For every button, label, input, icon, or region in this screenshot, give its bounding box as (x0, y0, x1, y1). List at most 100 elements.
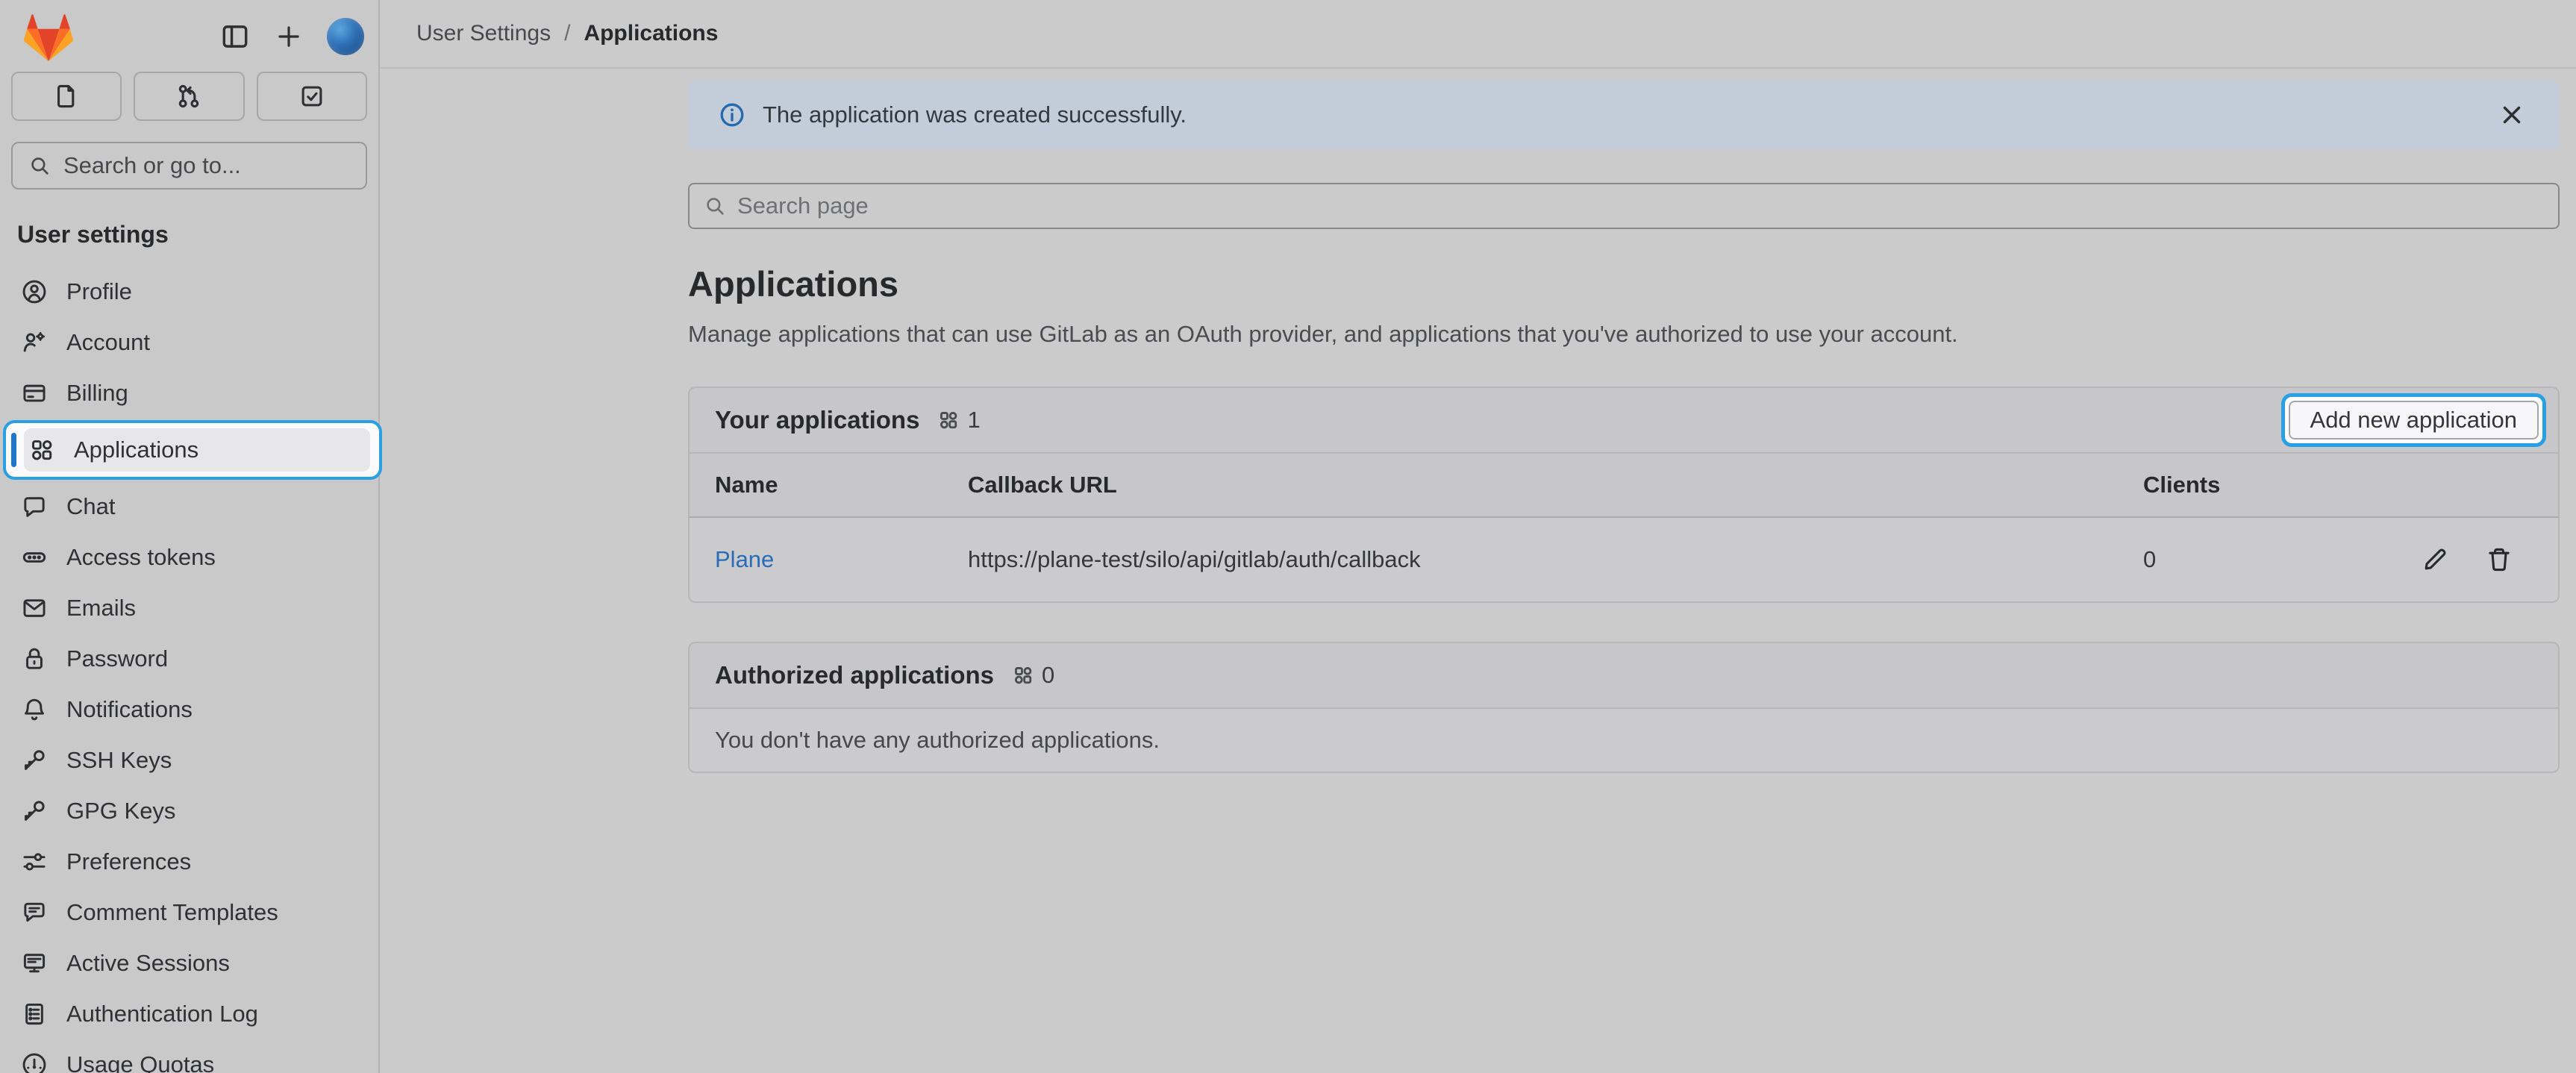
billing-icon (21, 380, 48, 407)
sidebar-item-chat[interactable]: Chat (11, 483, 367, 531)
success-alert: The application was created successfully… (688, 81, 2560, 149)
page-content: The application was created successfully… (380, 69, 2576, 773)
sidebar-item-label: Applications (74, 437, 198, 463)
sliders-icon (21, 848, 48, 875)
log-icon (21, 1001, 48, 1027)
emails-icon (21, 595, 48, 622)
search-placeholder: Search or go to... (63, 152, 241, 179)
sidebar-item-label: Preferences (66, 848, 191, 875)
card-title: Authorized applications (715, 661, 994, 689)
monitor-icon (21, 950, 48, 977)
application-clients-count: 0 (2143, 546, 2421, 573)
sidebar-item-gpg-keys[interactable]: GPG Keys (11, 787, 367, 835)
your-applications-header: Your applications 1 Add new application (690, 388, 2558, 454)
search-input[interactable]: Search or go to... (11, 142, 367, 190)
search-icon (703, 194, 727, 218)
application-callback-url: https://plane-test/silo/api/gitlab/auth/… (968, 546, 2143, 573)
column-name: Name (715, 472, 968, 498)
main-area: User Settings / Applications The applica… (380, 0, 2576, 1073)
comment-templates-icon (21, 899, 48, 926)
delete-icon[interactable] (2485, 545, 2513, 574)
gauge-icon (21, 1051, 48, 1073)
add-application-focus-ring: Add new application (2281, 393, 2546, 447)
sidebar-item-billing[interactable]: Billing (11, 369, 367, 417)
avatar[interactable] (327, 18, 364, 55)
sidebar-item-label: Authentication Log (66, 1001, 258, 1027)
sidebar-item-account[interactable]: Account (11, 319, 367, 366)
applications-count-icon (937, 409, 960, 431)
sidebar-item-profile[interactable]: Profile (11, 268, 367, 316)
sidebar-item-label: Billing (66, 380, 128, 407)
sidebar-item-label: Emails (66, 595, 136, 622)
application-name-link[interactable]: Plane (715, 546, 968, 573)
breadcrumb: User Settings / Applications (380, 0, 2576, 69)
sidebar-item-ssh-keys[interactable]: SSH Keys (11, 736, 367, 784)
sidebar-item-password[interactable]: Password (11, 635, 367, 683)
key-icon (21, 798, 48, 825)
sidebar-item-label: SSH Keys (66, 747, 172, 774)
sidebar-header (11, 0, 367, 69)
sidebar-item-notifications[interactable]: Notifications (11, 686, 367, 733)
sidebar-item-label: GPG Keys (66, 798, 175, 825)
page-description: Manage applications that can use GitLab … (688, 321, 2560, 348)
lock-icon (21, 645, 48, 672)
close-icon[interactable] (2497, 100, 2527, 130)
sidebar-shortcuts (11, 72, 367, 121)
authorized-count: 0 (1042, 662, 1054, 689)
edit-icon[interactable] (2421, 545, 2449, 574)
column-callback-url: Callback URL (968, 472, 2143, 498)
sidebar-section-label: User settings (17, 221, 367, 248)
sidebar-item-comment-templates[interactable]: Comment Templates (11, 889, 367, 936)
sidebar-item-authentication-log[interactable]: Authentication Log (11, 990, 367, 1038)
page-search-field (688, 183, 2560, 229)
todo-check-icon[interactable] (257, 72, 367, 121)
search-icon (28, 154, 51, 178)
sidebar-item-label: Comment Templates (66, 899, 278, 926)
your-applications-card: Your applications 1 Add new application … (688, 387, 2560, 603)
sidebar-item-active-sessions[interactable]: Active Sessions (11, 939, 367, 987)
sidebar-item-label: Chat (66, 493, 115, 520)
alert-text: The application was created successfully… (763, 101, 1187, 128)
merge-request-icon[interactable] (134, 72, 244, 121)
applications-table-header: Name Callback URL Clients (690, 454, 2558, 518)
active-indicator (11, 433, 16, 467)
card-title: Your applications (715, 406, 919, 434)
access-tokens-icon (21, 544, 48, 571)
sidebar-item-label: Notifications (66, 696, 193, 723)
application-table-row: Plane https://plane-test/silo/api/gitlab… (690, 518, 2558, 601)
breadcrumb-applications: Applications (584, 21, 718, 46)
authorized-empty-message: You don't have any authorized applicatio… (690, 709, 2558, 772)
page-title: Applications (688, 263, 2560, 304)
column-clients: Clients (2143, 472, 2421, 498)
sidebar-item-label: Password (66, 645, 168, 672)
sidebar-item-access-tokens[interactable]: Access tokens (11, 534, 367, 581)
sidebar-nav: Profile Account Billing Appli (11, 268, 367, 1073)
sidebar-item-label: Usage Quotas (66, 1051, 214, 1073)
profile-icon (21, 278, 48, 305)
plus-icon[interactable] (273, 21, 304, 52)
sidebar-item-label: Access tokens (66, 544, 216, 571)
sidebar-item-usage-quotas[interactable]: Usage Quotas (11, 1041, 367, 1073)
sidebar-item-label: Profile (66, 278, 132, 305)
authorized-applications-card: Authorized applications 0 You don't have… (688, 642, 2560, 773)
authorized-applications-header: Authorized applications 0 (690, 643, 2558, 709)
applications-count: 1 (967, 407, 980, 434)
page-search-input[interactable] (737, 193, 2545, 219)
breadcrumb-separator: / (564, 21, 570, 46)
breadcrumb-user-settings[interactable]: User Settings (416, 21, 551, 46)
sidebar: Search or go to... User settings Profile… (0, 0, 380, 1073)
bell-icon (21, 696, 48, 723)
chat-icon (21, 493, 48, 520)
sidebar-item-emails[interactable]: Emails (11, 584, 367, 632)
applications-icon (28, 437, 55, 463)
sidebar-item-preferences[interactable]: Preferences (11, 838, 367, 886)
panel-toggle-icon[interactable] (219, 21, 251, 52)
sidebar-item-label: Account (66, 329, 150, 356)
info-icon (718, 101, 746, 129)
add-new-application-button[interactable]: Add new application (2289, 401, 2539, 439)
applications-count-icon (1012, 664, 1034, 686)
sidebar-item-label: Active Sessions (66, 950, 230, 977)
issues-icon[interactable] (11, 72, 122, 121)
sidebar-item-applications[interactable]: Applications (3, 420, 382, 480)
gitlab-tanuki-icon[interactable] (20, 10, 77, 63)
